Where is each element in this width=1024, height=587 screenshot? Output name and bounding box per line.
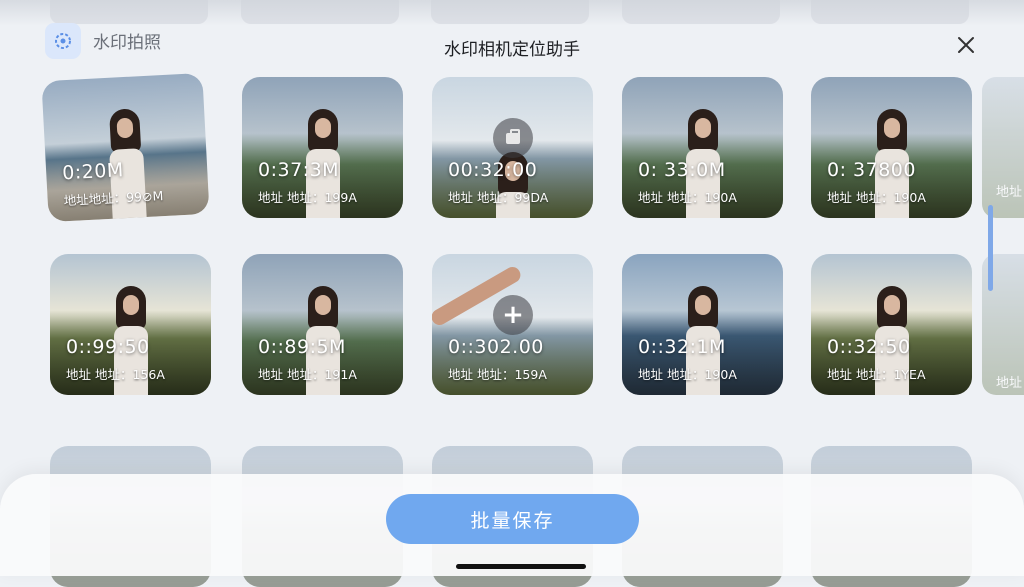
- photo-card[interactable]: 00:32:00 地址 地址：99DA: [432, 77, 593, 218]
- faded-thumbnail: [50, 0, 208, 24]
- photo-time: 0:20M: [61, 159, 125, 185]
- faded-thumbnail: [241, 0, 399, 24]
- photo-address: 地址 地址：159A: [448, 367, 547, 382]
- plus-icon[interactable]: +: [493, 295, 533, 335]
- faded-thumbnail: [431, 0, 589, 24]
- photo-card[interactable]: + 0::302.00 地址 地址：159A: [432, 254, 593, 395]
- photo-address: 地址 地址：190A: [638, 367, 737, 382]
- photo-card[interactable]: 0: 37800 地址 地址：190A: [811, 77, 972, 218]
- photo-time: 0: 33:0M: [638, 159, 726, 181]
- photo-card[interactable]: 0:37:3M 地址 地址：199A: [242, 77, 403, 218]
- close-icon[interactable]: [953, 32, 979, 58]
- photo-card[interactable]: 0:20M 地址地址：99⊘M: [41, 72, 210, 223]
- photo-card[interactable]: 0::99:50 地址 地址：156A: [50, 254, 211, 395]
- photo-time: 0::89:5M: [258, 336, 346, 358]
- photo-time: 0::99:50: [66, 336, 150, 358]
- home-indicator: [456, 564, 586, 569]
- faded-thumbnail: [622, 0, 780, 24]
- page-title: 水印相机定位助手: [444, 40, 580, 60]
- photo-time: 00:32:00: [448, 159, 538, 181]
- photo-address: 地址 地址：99DA: [448, 190, 549, 205]
- photo-time: 0::302.00: [448, 336, 544, 358]
- photo-card[interactable]: 0::32:50 地址 地址：1YEA: [811, 254, 972, 395]
- photo-time: 0::32:1M: [638, 336, 726, 358]
- photo-address: 地址 地址：191A: [258, 367, 357, 382]
- photo-time: 0: 37800: [827, 159, 916, 181]
- photo-card-partial[interactable]: 地址: [982, 77, 1024, 218]
- briefcase-icon[interactable]: [493, 118, 533, 158]
- edge-text: 地址: [996, 185, 1023, 200]
- batch-save-button[interactable]: 批量保存: [386, 494, 639, 544]
- photo-time: 0::32:50: [827, 336, 911, 358]
- scrollbar[interactable]: [988, 205, 993, 291]
- photo-address: 地址 地址：199A: [258, 190, 357, 205]
- photo-address: 地址地址：99⊘M: [63, 188, 164, 209]
- faded-thumbnail: [811, 0, 969, 24]
- photo-address: 地址 地址：156A: [66, 367, 165, 382]
- edge-text: 地址: [996, 376, 1023, 391]
- photo-address: 地址 地址：1YEA: [827, 367, 926, 382]
- photo-card[interactable]: 0::32:1M 地址 地址：190A: [622, 254, 783, 395]
- photo-card[interactable]: 0: 33:0M 地址 地址：190A: [622, 77, 783, 218]
- photo-card[interactable]: 0::89:5M 地址 地址：191A: [242, 254, 403, 395]
- photo-time: 0:37:3M: [258, 159, 340, 181]
- photo-address: 地址 地址：190A: [638, 190, 737, 205]
- photo-address: 地址 地址：190A: [827, 190, 926, 205]
